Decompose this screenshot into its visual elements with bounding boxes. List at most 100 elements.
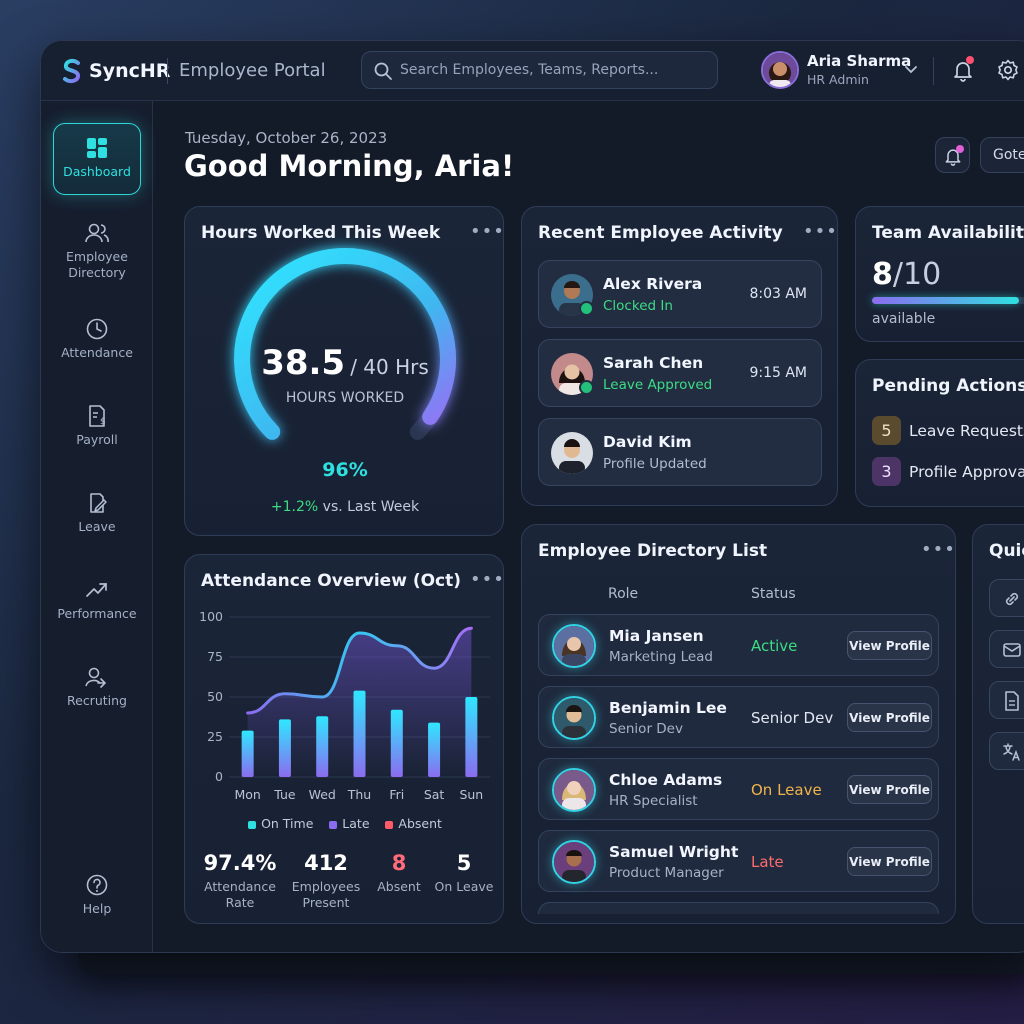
hours-target: / 40 Hrs (350, 355, 429, 379)
bar-mon (241, 730, 254, 777)
view-profile-button[interactable]: View Profile (847, 775, 932, 804)
sidebar-item-performance[interactable]: Performance (53, 578, 141, 621)
translate-icon (1003, 743, 1020, 761)
table-row[interactable]: Mia Jansen Marketing Lead Active View Pr… (538, 614, 939, 676)
mail-icon (1003, 643, 1021, 657)
sidebar-item-label: Attendance (61, 345, 133, 360)
notification-button[interactable] (935, 137, 970, 173)
gear-icon[interactable] (996, 58, 1020, 82)
delta-suffix: vs. Last Week (318, 499, 420, 515)
sidebar-item-employee-directory[interactable]: Employee Directory (53, 221, 141, 281)
clock-badge-icon (579, 301, 594, 316)
employee-role: Senior Dev (609, 721, 683, 737)
employee-name: Chloe Adams (609, 771, 723, 789)
availability-bar (872, 297, 1024, 304)
sidebar-item-label: Employee Directory (66, 249, 128, 280)
avatar (552, 696, 596, 740)
sidebar-item-dashboard[interactable]: Dashboard (53, 123, 141, 195)
hours-worked-card: Hours Worked This Week ••• 38.5 / 40 Hrs… (184, 206, 504, 536)
pending-count-badge: 3 (872, 457, 901, 486)
chevron-down-icon[interactable] (903, 61, 919, 77)
top-bar: SyncHR Employee Portal Aria Sharma HR Ad… (41, 41, 1024, 101)
pending-count-badge: 5 (872, 416, 901, 445)
view-profile-button[interactable]: View Profile (847, 703, 932, 732)
table-row[interactable]: Samuel Wright Product Manager Late View … (538, 830, 939, 892)
bar-sat (428, 722, 441, 777)
more-options-icon[interactable]: ••• (803, 221, 838, 242)
y-tick-label: 75 (207, 649, 223, 664)
sidebar-item-label: Recruting (67, 693, 127, 708)
chart-legend: On Time Late Absent (185, 816, 505, 831)
activity-name: Alex Rivera (603, 275, 703, 293)
employee-role: HR Specialist (609, 793, 698, 809)
x-tick-label: Tue (273, 787, 296, 802)
sidebar-item-payroll[interactable]: $ Payroll (53, 404, 141, 447)
notification-badge (966, 56, 974, 64)
notification-badge (956, 145, 964, 153)
recruit-icon (85, 667, 107, 688)
pending-actions-card: Pending Actions 5 Leave Requests 3 Profi… (855, 359, 1024, 507)
sidebar-item-help[interactable]: Help (53, 873, 141, 916)
sidebar-item-label: Leave (78, 519, 116, 534)
bar-fri (390, 709, 403, 777)
sidebar: Dashboard Employee Directory Attendance … (41, 101, 153, 952)
activity-time: 8:03 AM (749, 286, 807, 302)
pending-profile-approval[interactable]: Profile Approval (909, 463, 1024, 481)
header-action-button[interactable]: Gote (980, 137, 1024, 173)
card-title: Quic (989, 541, 1024, 561)
help-icon (86, 874, 108, 896)
availability-count: 8/10 (872, 257, 942, 292)
user-name[interactable]: Aria Sharma (807, 52, 911, 70)
stat-employees-present-value: 412 (304, 851, 348, 875)
pending-leave-requests[interactable]: Leave Requests (909, 422, 1024, 440)
brand-divider (167, 58, 168, 84)
search-icon (374, 62, 392, 80)
quick-link-button[interactable] (989, 681, 1024, 719)
sidebar-item-label: Performance (57, 606, 137, 621)
sidebar-item-label: Help (82, 901, 112, 916)
x-tick-label: Sat (424, 787, 445, 802)
trend-up-icon (86, 583, 107, 597)
view-profile-button[interactable]: View Profile (847, 847, 932, 876)
brand-name: SyncHR (89, 60, 171, 82)
current-date: Tuesday, October 26, 2023 (185, 129, 388, 147)
bar-sun (465, 697, 478, 777)
more-options-icon[interactable]: ••• (921, 539, 956, 560)
bar-wed (316, 716, 329, 777)
activity-status: Clocked In (603, 298, 673, 314)
hours-label: HOURS WORKED (285, 390, 405, 406)
sidebar-item-recruiting[interactable]: Recruting (53, 665, 141, 708)
table-row-partial (538, 902, 939, 914)
svg-text:$: $ (100, 417, 106, 427)
activity-item[interactable]: David Kim Profile Updated (538, 418, 822, 486)
avatar (551, 432, 593, 474)
activity-item[interactable]: Alex Rivera Clocked In 8:03 AM (538, 260, 822, 328)
dashboard-icon (87, 138, 107, 158)
search-input[interactable] (400, 52, 710, 88)
legend-on-time: On Time (248, 816, 313, 831)
payroll-icon: $ (89, 405, 106, 427)
bar-thu (353, 690, 366, 777)
quick-link-button[interactable] (989, 579, 1024, 617)
y-tick-label: 0 (215, 769, 223, 784)
quick-link-button[interactable] (989, 732, 1024, 770)
quick-link-button[interactable] (989, 630, 1024, 668)
activity-item[interactable]: Sarah Chen Leave Approved 9:15 AM (538, 339, 822, 407)
search-box[interactable] (361, 51, 718, 89)
status-badge: Late (751, 853, 784, 871)
table-row[interactable]: Benjamin Lee Senior Dev Senior Dev View … (538, 686, 939, 748)
sidebar-item-leave[interactable]: Leave (53, 491, 141, 534)
more-options-icon[interactable]: ••• (470, 569, 505, 590)
employee-role: Marketing Lead (609, 649, 714, 665)
sidebar-item-attendance[interactable]: Attendance (53, 317, 141, 360)
table-row[interactable]: Chloe Adams HR Specialist On Leave View … (538, 758, 939, 820)
card-title: Attendance Overview (Oct) (201, 571, 462, 591)
employee-name: Mia Jansen (609, 627, 704, 645)
link-icon (1005, 592, 1019, 606)
app-window: SyncHR Employee Portal Aria Sharma HR Ad… (40, 40, 1024, 953)
hours-value-row: 38.5 / 40 Hrs (185, 343, 505, 383)
synchr-logo-icon (63, 58, 81, 84)
availability-bar-fill (872, 297, 1020, 304)
view-profile-button[interactable]: View Profile (847, 631, 932, 660)
user-avatar[interactable] (761, 51, 799, 89)
